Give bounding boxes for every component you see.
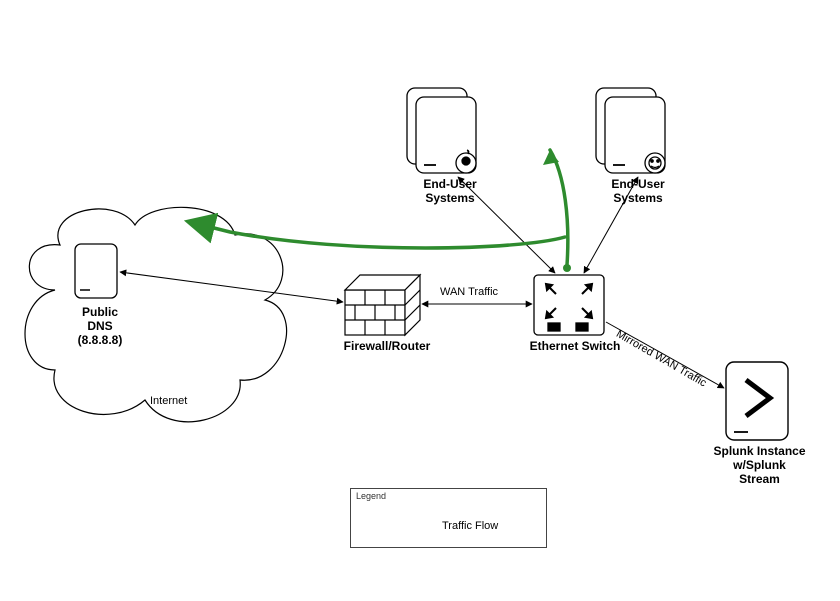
internet-label: Internet [150, 395, 187, 408]
switch-node [534, 275, 604, 335]
public-dns-label: PublicDNS(8.8.8.8) [70, 306, 130, 347]
enduser-left-node [407, 88, 476, 173]
public-dns-node [75, 244, 117, 298]
enduser-right-node [596, 88, 665, 173]
legend-title: Legend [356, 491, 386, 501]
firewall-node [345, 275, 420, 335]
firewall-label: Firewall/Router [332, 340, 442, 354]
internet-cloud [25, 207, 287, 421]
splunk-node [726, 362, 788, 440]
legend-flow-label: Traffic Flow [442, 520, 498, 533]
enduser1-label: End-UserSystems [410, 178, 490, 206]
switch-label: Ethernet Switch [520, 340, 630, 354]
wan-traffic-label: WAN Traffic [440, 286, 498, 298]
enduser2-label: End-UserSystems [598, 178, 678, 206]
splunk-label: Splunk Instancew/SplunkStream [702, 445, 817, 486]
